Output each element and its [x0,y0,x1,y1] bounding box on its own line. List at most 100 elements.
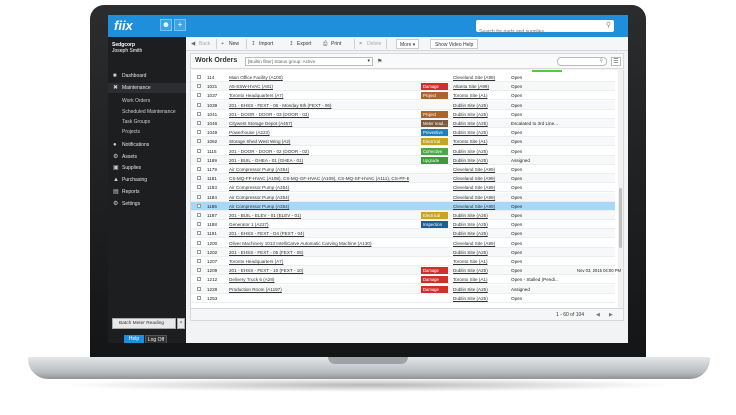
asset-link[interactable]: Production Room (A1197) [229,285,409,294]
table-row[interactable]: 1202 201 - EHSS - FEXT - 05 (FEXT - 05) Du… [191,247,615,257]
plus-icon[interactable]: + [174,19,186,31]
row-checkbox[interactable] [197,121,201,125]
row-checkbox[interactable] [197,249,201,254]
row-checkbox[interactable] [197,93,201,98]
site-link[interactable]: Dublin Site (A25) [453,119,488,128]
table-row[interactable]: 1062 Storage Shed West Wing (A2) Toronto S… [191,137,615,147]
nav-notifications[interactable]: ● Notifications [108,140,186,150]
asset-link[interactable]: 201 - DOOR - DOOR - 02 (DOOR - 02) [229,147,409,156]
site-link[interactable]: Cleveland Site (A99) [453,239,495,248]
row-checkbox[interactable] [197,185,201,190]
fiix-logo[interactable]: fiix [114,18,133,33]
asset-link[interactable]: 201 - EHSS - FEXT - 05 (FEXT - 05) [229,248,409,257]
filter-select[interactable]: [Builtin filter] Status group: Active ▾ [245,57,373,66]
asset-link[interactable]: Toronto Headquarters (A7) [229,91,409,100]
row-checkbox[interactable] [197,231,201,236]
site-link[interactable]: Toronto Site (A1) [453,137,487,146]
site-link[interactable]: Dublin Site (A25) [453,229,488,238]
table-row[interactable]: 1200 Oliver Machinery 1013 IntelliCarve A… [191,239,615,248]
new-button[interactable]: + New [220,39,239,49]
row-checkbox[interactable] [197,139,201,144]
more-dropdown[interactable]: More ▾ [396,39,420,49]
row-checkbox[interactable] [197,240,201,245]
asset-link[interactable]: A5-SSW-HVAC (A81) [229,82,409,91]
row-checkbox[interactable] [197,194,201,199]
table-row[interactable]: 1049 Powerhouse (A223) Dublin Site (A25) Op… [191,128,615,138]
site-link[interactable]: Dublin Site (A25) [453,220,488,229]
row-checkbox[interactable] [197,203,201,208]
site-link[interactable]: Dublin Site (A25) [453,248,488,257]
nav-reports[interactable]: ▤ Reports [108,187,186,197]
table-row[interactable]: 1212 Delivery Truck 6 (A28) Toronto Site (… [191,275,615,285]
list-search-input[interactable]: ⚲ [557,57,607,66]
help-button[interactable]: Help [124,335,144,343]
nav-purchasing[interactable]: ▲ Purchasing [108,175,186,185]
nav-assets[interactable]: ⚙ Assets [108,152,186,162]
row-checkbox[interactable] [197,277,201,282]
import-button[interactable]: ↧ Import [250,39,273,49]
subnav-projects[interactable]: Projects [108,127,186,137]
asset-link[interactable]: 201 - EHSS - FEXT - 10 (FEXT - 10) [229,266,409,275]
table-row[interactable]: 1191 201 - EHSS - FEXT - D4 (FEXT - 04) Du… [191,229,615,239]
asset-link[interactable]: 201 - EHSS - FEXT - D4 (FEXT - 04) [229,229,409,238]
subnav-task-groups[interactable]: Task Groups [108,117,186,127]
table-row[interactable]: 1188 Generator 1 (A227) Dublin Site (A25) O… [191,220,615,230]
table-row[interactable]: 1187 201 - BUIL - ELEV - 01 (ELEV - 01) Du… [191,211,615,220]
batch-meter-reading-button[interactable]: Batch Meter Reading [112,318,176,329]
row-checkbox[interactable] [197,111,201,116]
row-checkbox[interactable] [197,176,201,181]
table-row[interactable]: 1207 Toronto Headquarters (A7) Toronto Sit… [191,257,615,266]
list-view-icon[interactable]: ☰ [611,57,621,66]
asset-link[interactable]: 201 - DOOR - DOOR - 03 (DOOR - 03) [229,110,409,119]
asset-link[interactable]: Main Office Facility (A100) [229,73,409,82]
global-search[interactable]: ⚲ [476,20,614,38]
delete-button[interactable]: × Delete [358,39,381,49]
table-row[interactable]: 1181 CS-MQ-FF-HVAC (A108), CS-MQ-GF-HVAC … [191,174,615,184]
back-button[interactable]: ◀ Back [190,39,210,49]
close-icon[interactable]: × [177,318,185,329]
site-link[interactable]: Cleveland Site (A99) [453,174,495,183]
search-icon[interactable]: ⚲ [606,21,611,29]
site-link[interactable]: Dublin Site (A25) [453,285,488,294]
asset-link[interactable]: Oliver Machinery 1013 IntelliCarve Autom… [229,239,409,248]
nav-settings[interactable]: ⚙ Settings [108,199,186,209]
row-checkbox[interactable] [197,102,201,107]
prev-page-icon[interactable]: ◀ [596,311,600,320]
site-link[interactable]: Dublin Site (A25) [453,211,488,220]
site-link[interactable]: Dublin Site (A25) [453,128,488,137]
site-link[interactable]: Dublin Site (A25) [453,156,488,165]
nav-dashboard[interactable]: ■ Dashboard [108,71,186,81]
asset-link[interactable]: Citywest Storage Depot (A457) [229,119,409,128]
table-row[interactable]: 1115 201 - DOOR - DOOR - 02 (DOOR - 02) Du… [191,147,615,156]
row-checkbox[interactable] [197,295,201,300]
site-link[interactable]: Toronto Site (A1) [453,257,487,266]
site-link[interactable]: Toronto Site (A1) [453,91,487,100]
show-video-help-button[interactable]: Show Video Help [430,39,479,49]
row-checkbox[interactable] [197,286,201,291]
row-checkbox[interactable] [197,130,201,135]
table-row[interactable]: 1046 Citywest Storage Depot (A457) Dublin … [191,119,615,128]
site-link[interactable]: Dublin Site (A25) [453,101,488,110]
table-row[interactable]: 114 Main Office Facility (A100) Cleveland … [191,73,615,82]
asset-link[interactable]: Storage Shed West Wing (A2) [229,137,409,146]
site-link[interactable]: Cleveland Site (A99) [453,165,495,174]
asset-link[interactable]: Air Compressor Pump (A354) [229,193,409,202]
subnav-work-orders[interactable]: Work Orders [108,96,186,106]
site-link[interactable]: Dublin Site (A25) [453,266,488,275]
nav-maintenance[interactable]: ✖ Maintenance [108,83,186,93]
table-row[interactable]: 1169 201 - BUIL - GHEA - 01 (GHEA - 01) Du… [191,155,615,165]
asset-link[interactable]: Delivery Truck 6 (A28) [229,275,409,284]
table-row[interactable]: 1041 201 - DOOR - DOOR - 03 (DOOR - 03) Du… [191,110,615,119]
subnav-scheduled-maintenance[interactable]: Scheduled Maintenance [108,107,186,117]
next-page-icon[interactable]: ▶ [609,311,613,320]
export-button[interactable]: ↥ Export [288,39,311,49]
site-link[interactable]: Toronto Site (A1) [453,275,487,284]
asset-link[interactable]: Generator 1 (A227) [229,220,409,229]
table-row[interactable]: 1039 201 - EHSS - FEXT - 06 - Monday 6th … [191,100,615,110]
site-link[interactable]: Dublin Site (A25) [453,147,488,156]
asset-link[interactable]: Air Compressor Pump (A354) [229,202,409,211]
table-row[interactable]: 1021 A5-SSW-HVAC (A81) Atlanta Site (A99) O… [191,82,615,92]
asset-link[interactable]: Powerhouse (A223) [229,128,409,137]
row-checkbox[interactable] [197,268,201,273]
table-row[interactable]: 1037 Toronto Headquarters (A7) Toronto Sit… [191,91,615,101]
